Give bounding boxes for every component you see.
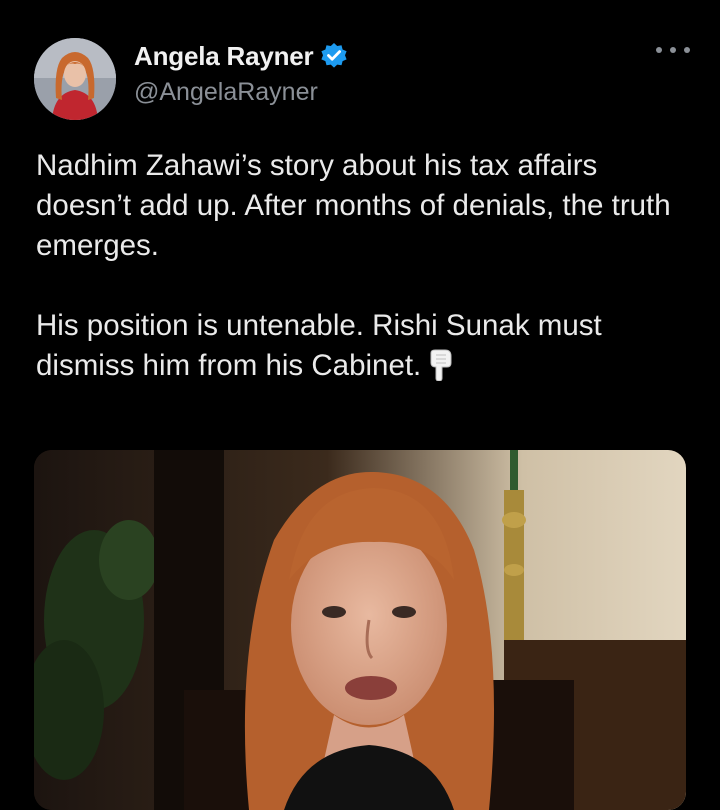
handle[interactable]: @AngelaRayner	[134, 78, 349, 107]
tweet: Angela Rayner @AngelaRayner Nadhim Zahaw…	[0, 0, 720, 810]
tweet-paragraph-1: Nadhim Zahawi’s story about his tax affa…	[36, 149, 671, 262]
pointing-down-emoji-icon	[425, 349, 455, 392]
display-name[interactable]: Angela Rayner	[134, 41, 314, 72]
avatar[interactable]	[34, 38, 116, 120]
tweet-paragraph-2-text: His position is untenable. Rishi Sunak m…	[36, 309, 602, 382]
name-row: Angela Rayner	[134, 40, 349, 72]
tweet-paragraph-2: His position is untenable. Rishi Sunak m…	[36, 306, 686, 392]
verified-badge-icon	[319, 41, 349, 71]
tweet-media-image[interactable]	[34, 450, 686, 810]
author-block: Angela Rayner @AngelaRayner	[134, 40, 349, 107]
tweet-text: Nadhim Zahawi’s story about his tax affa…	[36, 146, 686, 392]
more-options-icon[interactable]	[656, 42, 690, 58]
